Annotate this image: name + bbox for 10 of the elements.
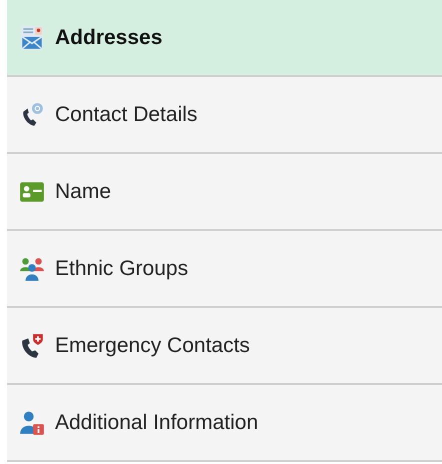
- phone-icon: [19, 332, 45, 358]
- menu-item[interactable]: Additional Information: [7, 385, 442, 462]
- menu-item[interactable]: Name: [7, 154, 442, 231]
- user-icon: [19, 410, 45, 436]
- envelope-icon: [19, 24, 45, 50]
- menu-item[interactable]: Addresses: [7, 0, 442, 77]
- menu-item[interactable]: Ethnic Groups: [7, 231, 442, 308]
- menu-item[interactable]: Contact Details: [7, 77, 442, 154]
- menu-item[interactable]: Emergency Contacts: [7, 308, 442, 385]
- people-icon: [19, 256, 45, 282]
